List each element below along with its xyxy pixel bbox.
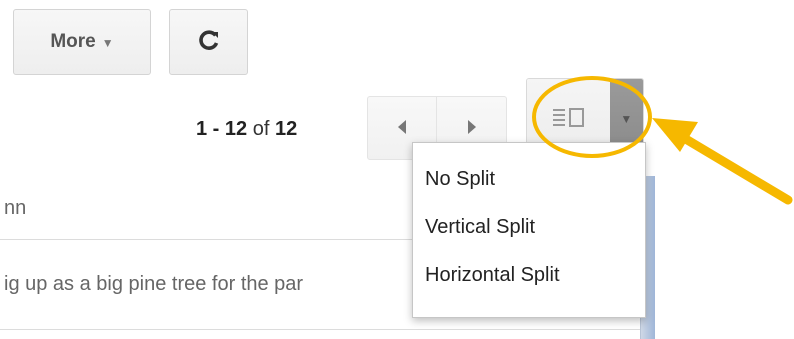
chevron-down-icon: ▼ bbox=[101, 36, 114, 50]
gmail-toolbar-screenshot: More ▼ 1 - 12 of 12 ▼ nn ig up as a big … bbox=[0, 0, 794, 339]
chevron-left-icon bbox=[397, 119, 407, 137]
split-pane-icon bbox=[551, 106, 585, 133]
menu-item-horizontal-split[interactable]: Horizontal Split bbox=[413, 251, 645, 299]
pager-count: 1 - 12 of 12 bbox=[196, 118, 297, 141]
more-button[interactable]: More ▼ bbox=[13, 9, 151, 75]
more-button-label: More bbox=[50, 31, 96, 52]
pager-of-label: of bbox=[252, 118, 270, 140]
pager-range: 1 - 12 bbox=[196, 118, 248, 140]
refresh-icon bbox=[198, 27, 220, 58]
refresh-button[interactable] bbox=[169, 9, 248, 75]
caret-down-icon: ▼ bbox=[620, 112, 633, 126]
menu-item-vertical-split[interactable]: Vertical Split bbox=[413, 203, 645, 251]
split-pane-menu: No Split Vertical Split Horizontal Split bbox=[412, 142, 646, 318]
chevron-right-icon bbox=[467, 119, 477, 137]
email-snippet: nn bbox=[4, 197, 27, 219]
email-snippet: ig up as a big pine tree for the par bbox=[4, 273, 304, 295]
pager-total: 12 bbox=[274, 118, 298, 140]
menu-item-no-split[interactable]: No Split bbox=[413, 155, 645, 203]
annotation-arrow-icon bbox=[652, 118, 793, 205]
